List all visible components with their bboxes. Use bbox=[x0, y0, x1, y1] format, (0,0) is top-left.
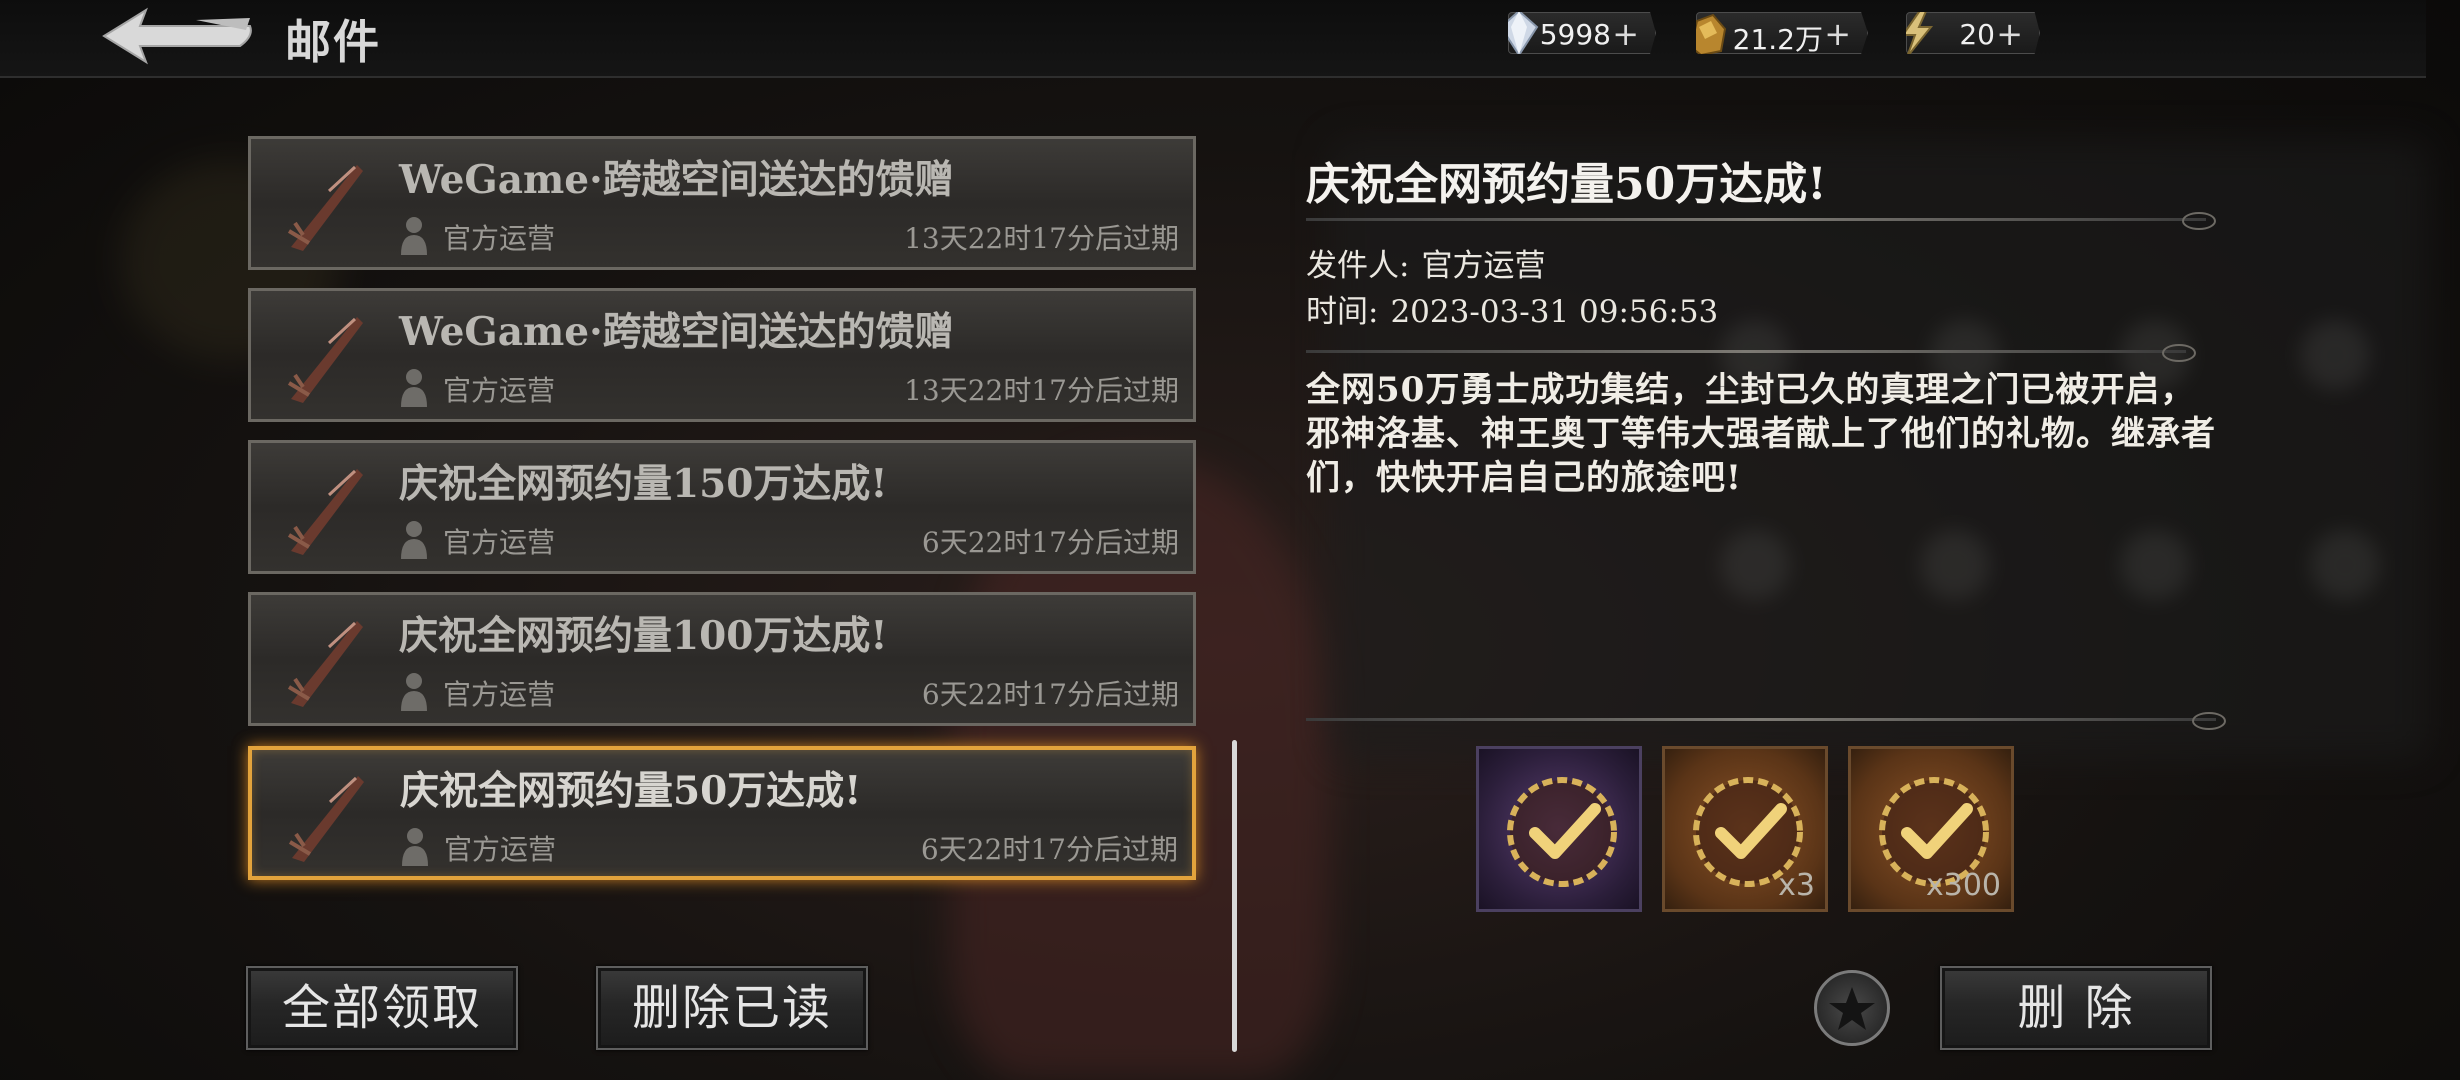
mail-list-item[interactable]: 庆祝全网预约量150万达成! 官方运营 6天22时17分后过期 bbox=[248, 440, 1196, 574]
divider bbox=[1306, 712, 2226, 730]
mail-body: 全网50万勇士成功集结，尘封已久的真理之门已被开启，邪神洛基、神王奥丁等伟大强者… bbox=[1306, 370, 2216, 498]
favorite-button[interactable] bbox=[1814, 970, 1890, 1046]
claimed-check-icon bbox=[1507, 777, 1617, 887]
reward-item[interactable] bbox=[1476, 746, 1642, 912]
mail-title: WeGame·跨越空间送达的馈赠 bbox=[399, 309, 954, 355]
person-icon bbox=[401, 217, 427, 255]
dagger-icon bbox=[287, 621, 363, 707]
lightning-icon bbox=[1906, 12, 1934, 54]
mail-title: 庆祝全网预约量150万达成! bbox=[399, 461, 888, 507]
person-icon bbox=[401, 369, 427, 407]
background-blur-dot bbox=[2120, 530, 2190, 600]
diamond-icon bbox=[1508, 12, 1539, 54]
reward-quantity: x300 bbox=[1925, 868, 2001, 903]
divider bbox=[1306, 212, 2216, 230]
dagger-icon bbox=[288, 776, 364, 862]
mail-expire-time: 6天22时17分后过期 bbox=[921, 526, 1179, 559]
energy-count: 20 bbox=[1959, 18, 1995, 51]
person-icon bbox=[402, 828, 428, 866]
back-button[interactable] bbox=[100, 6, 256, 66]
mail-sender: 官方运营 bbox=[443, 222, 556, 255]
add-gold-button[interactable]: + bbox=[1824, 15, 1851, 53]
mail-title: WeGame·跨越空间送达的馈赠 bbox=[399, 157, 954, 203]
claim-all-button[interactable]: 全部领取 bbox=[246, 966, 518, 1050]
add-energy-button[interactable]: + bbox=[1996, 15, 2023, 53]
gold-ore-icon bbox=[1696, 13, 1727, 54]
mail-title: 庆祝全网预约量100万达成! bbox=[399, 613, 888, 659]
reward-quantity: x3 bbox=[1778, 868, 1815, 903]
add-diamond-button[interactable]: + bbox=[1612, 15, 1639, 53]
dagger-icon bbox=[287, 317, 363, 403]
mail-title: 庆祝全网预约量50万达成! bbox=[400, 768, 862, 814]
page-title: 邮件 bbox=[285, 15, 381, 69]
mail-expire-time: 13天22时17分后过期 bbox=[904, 222, 1179, 255]
currency-diamond[interactable]: 5998 + bbox=[1508, 12, 1656, 54]
person-icon bbox=[401, 673, 427, 711]
divider bbox=[1306, 344, 2196, 362]
mail-list-item-selected[interactable]: 庆祝全网预约量50万达成! 官方运营 6天22时17分后过期 bbox=[248, 746, 1196, 880]
mail-detail-sender: 发件人: 官方运营 bbox=[1306, 240, 1545, 285]
star-icon bbox=[1829, 987, 1875, 1030]
sender-label: 发件人: bbox=[1306, 248, 1410, 284]
time-value: 2023-03-31 09:56:53 bbox=[1390, 294, 1719, 330]
top-bar: 邮件 5998 + 21.2万 + 20 + bbox=[0, 0, 2426, 78]
mail-sender: 官方运营 bbox=[443, 526, 556, 559]
delete-button[interactable]: 删 除 bbox=[1940, 966, 2212, 1050]
sender-value: 官方运营 bbox=[1421, 248, 1546, 284]
mail-expire-time: 6天22时17分后过期 bbox=[920, 833, 1178, 866]
delete-read-button[interactable]: 删除已读 bbox=[596, 966, 868, 1050]
mail-expire-time: 13天22时17分后过期 bbox=[904, 374, 1179, 407]
mail-sender: 官方运营 bbox=[443, 374, 556, 407]
mail-detail-title: 庆祝全网预约量50万达成! bbox=[1306, 159, 1827, 210]
person-icon bbox=[401, 521, 427, 559]
mail-list-scrollbar[interactable] bbox=[1232, 740, 1237, 1052]
time-label: 时间: bbox=[1306, 294, 1379, 330]
gold-count: 21.2万 bbox=[1732, 23, 1823, 56]
mail-sender: 官方运营 bbox=[444, 833, 557, 866]
currency-gold[interactable]: 21.2万 + bbox=[1696, 12, 1868, 54]
background-blur-dot bbox=[1920, 530, 1990, 600]
background-blur-dot bbox=[2310, 530, 2380, 600]
dagger-icon bbox=[287, 165, 363, 251]
mail-sender: 官方运营 bbox=[443, 678, 556, 711]
mail-list-item[interactable]: WeGame·跨越空间送达的馈赠 官方运营 13天22时17分后过期 bbox=[248, 288, 1196, 422]
mail-list-item[interactable]: 庆祝全网预约量100万达成! 官方运营 6天22时17分后过期 bbox=[248, 592, 1196, 726]
diamond-count: 5998 bbox=[1539, 18, 1611, 51]
background-blur-dot bbox=[1720, 530, 1790, 600]
reward-item[interactable]: x300 bbox=[1848, 746, 2014, 912]
back-arrow-icon bbox=[102, 7, 252, 65]
mail-expire-time: 6天22时17分后过期 bbox=[921, 678, 1179, 711]
dagger-icon bbox=[287, 469, 363, 555]
currency-energy[interactable]: 20 + bbox=[1906, 12, 2040, 54]
reward-item[interactable]: x3 bbox=[1662, 746, 1828, 912]
background-blur-dot bbox=[2300, 320, 2370, 390]
mail-list-item[interactable]: WeGame·跨越空间送达的馈赠 官方运营 13天22时17分后过期 bbox=[248, 136, 1196, 270]
mail-detail-time: 时间: 2023-03-31 09:56:53 bbox=[1306, 286, 1718, 331]
